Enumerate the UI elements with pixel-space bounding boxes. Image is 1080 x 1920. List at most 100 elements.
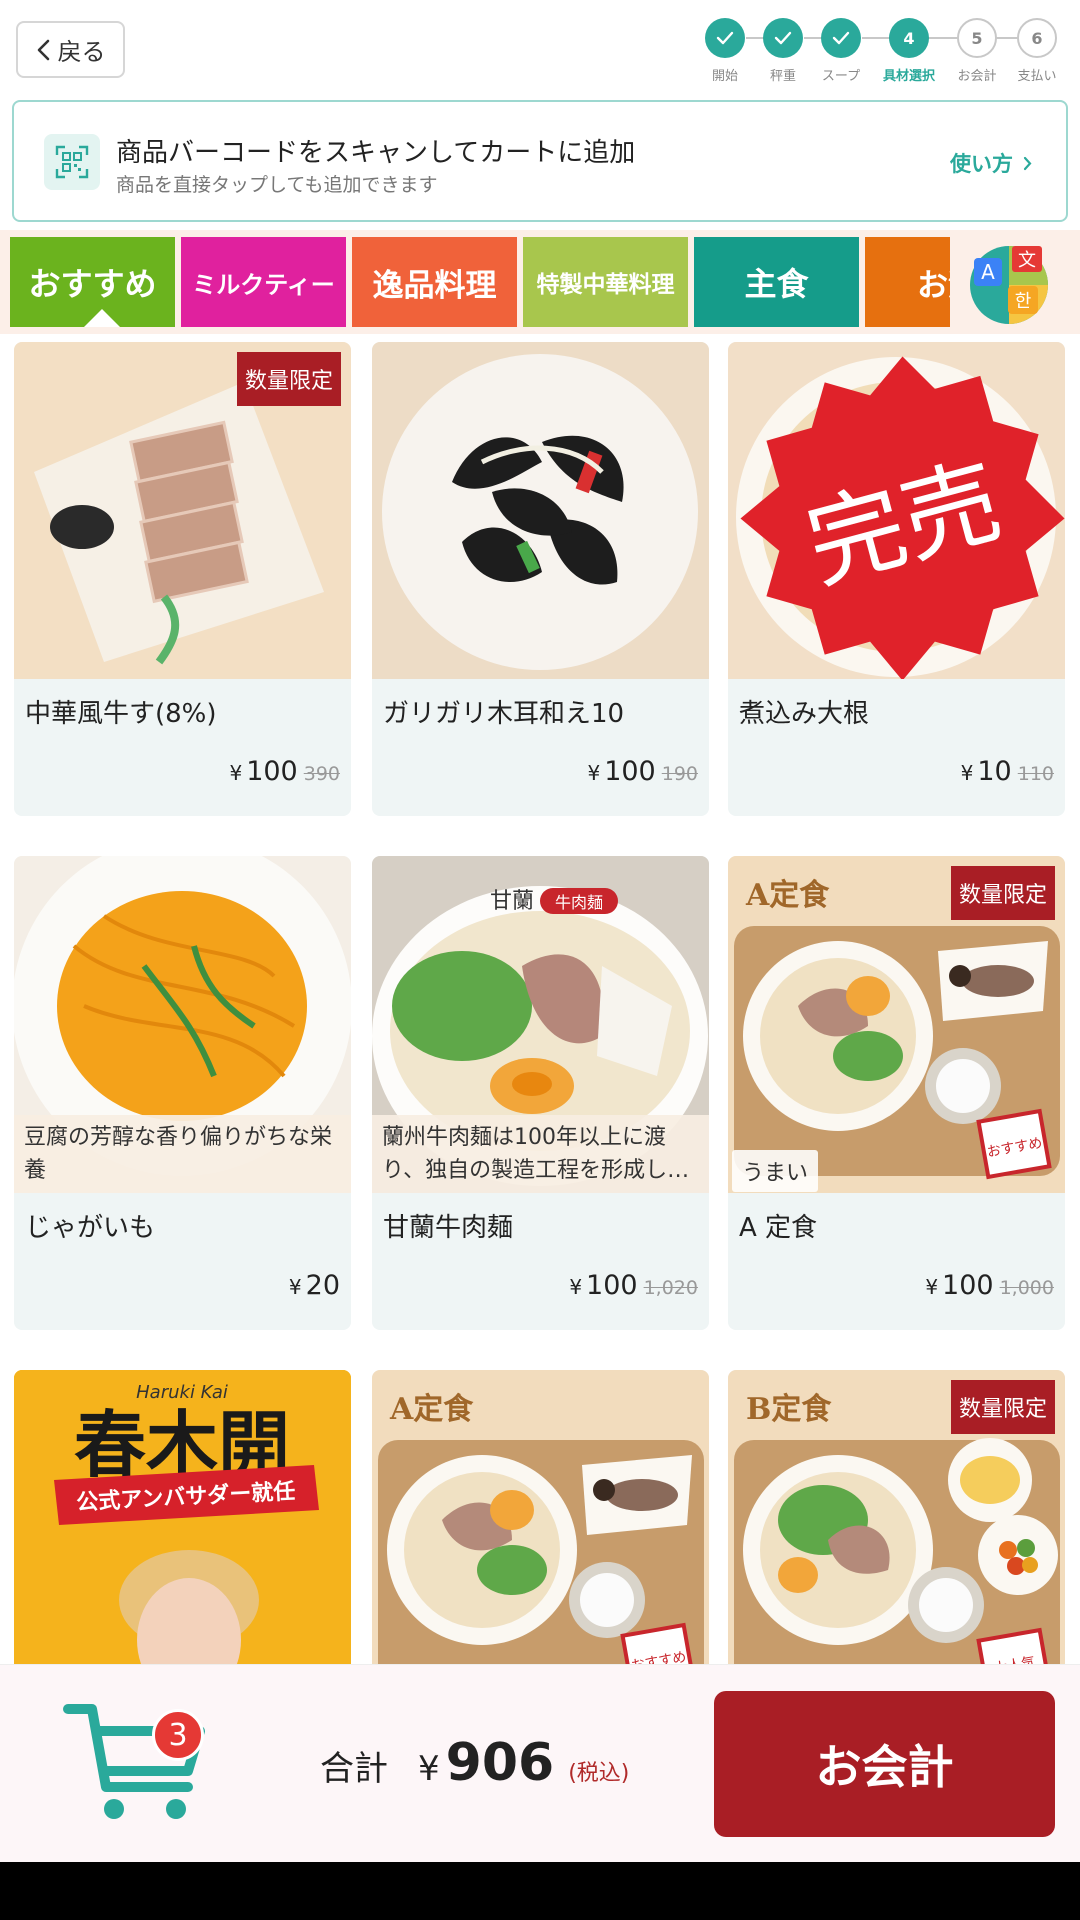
cart-count-badge: 3 [152, 1709, 204, 1761]
chevron-left-icon [37, 39, 49, 60]
header: 戻る 開始 秤重 スープ 4 具材選択 5 お会計 6 支払い [0, 0, 1080, 98]
cart-button[interactable]: 3 [62, 1695, 212, 1825]
product-name: A 定食 [739, 1213, 818, 1243]
qr-scan-icon [44, 134, 100, 190]
how-to-use-link[interactable]: 使い方 [950, 148, 1032, 178]
step-number: 4 [889, 18, 929, 58]
step-label: 具材選択 [882, 69, 935, 84]
tab-alcohol[interactable]: お酒 [865, 237, 950, 327]
tab-signature-dishes[interactable]: 逸品料理 [352, 237, 517, 327]
step-number: 5 [957, 18, 997, 58]
back-label: 戻る [57, 39, 106, 66]
how-to-use-label: 使い方 [950, 152, 1013, 176]
tab-staple[interactable]: 主食 [694, 237, 859, 327]
cart-bar: 3 合計 ¥ 906 (税込) お会計 [0, 1664, 1080, 1862]
scan-banner-subtitle: 商品を直接タップしても追加できます [116, 174, 438, 196]
language-switch-icon[interactable]: A 文 한 [968, 244, 1050, 326]
product-photo: 大人気 B定食 数量限定 [728, 1370, 1065, 1707]
scan-banner-title: 商品バーコードをスキャンしてカートに追加 [116, 138, 636, 168]
product-name: 煮込み大根 [739, 699, 870, 729]
sold-out-badge: 完売 [740, 356, 1065, 679]
check-icon [763, 18, 803, 58]
step-number: 6 [1017, 18, 1057, 58]
product-price: ¥ 100 390 [229, 756, 340, 787]
price-amount: 10 [977, 756, 1012, 787]
check-icon [705, 18, 745, 58]
limited-quantity-badge: 数量限定 [950, 866, 1055, 920]
product-photo: おすすめ A定食 数量限定 うまい [728, 856, 1065, 1193]
product-card[interactable]: 数量限定 中華風牛す(8%) ¥ 100 390 [14, 342, 351, 816]
product-name: じゃがいも [25, 1213, 156, 1243]
tab-milk-tea[interactable]: ミルクティー [181, 237, 346, 327]
ambassador-poster: Haruki Kai 春木開 公式アンバサダー就任 [14, 1370, 351, 1707]
total-label: 合計 [320, 1749, 388, 1789]
price-amount: 100 [942, 1270, 994, 1301]
scan-banner: 商品バーコードをスキャンしてカートに追加 商品を直接タップしても追加できます 使… [12, 100, 1068, 222]
step-4: 4 具材選択 [876, 16, 942, 84]
product-card[interactable]: おすすめ A定食 数量限定 うまい A 定食 ¥ 100 1,000 [728, 856, 1065, 1330]
poster-romaji: Haruki Kai [136, 1382, 228, 1403]
product-price: ¥ 20 [289, 1270, 340, 1301]
chevron-right-icon [1023, 156, 1032, 170]
currency-symbol: ¥ [569, 1275, 583, 1299]
price-amount: 100 [586, 1270, 638, 1301]
product-card[interactable]: 甘蘭 牛肉麺 蘭州牛肉麺は100年以上に渡り、独自の製造工程を形成しました 甘蘭… [372, 856, 709, 1330]
original-price: 1,020 [643, 1277, 698, 1299]
currency-symbol: ¥ [418, 1749, 440, 1789]
tax-included-note: (税込) [568, 1761, 630, 1786]
currency-symbol: ¥ [288, 1275, 302, 1299]
lang-glyph: A [981, 260, 995, 284]
lang-glyph: 文 [1018, 250, 1036, 271]
product-card[interactable]: 完売 煮込み大根 ¥ 10 110 [728, 342, 1065, 816]
product-price: ¥ 100 1,000 [925, 1270, 1054, 1301]
bowl-logo-text: 甘蘭 [490, 889, 534, 914]
limited-quantity-badge: 数量限定 [950, 1380, 1055, 1434]
set-menu-label: A定食 [746, 878, 830, 913]
tab-label: おすすめ [28, 265, 157, 303]
product-photo [372, 342, 709, 679]
product-card[interactable]: 豆腐の芳醇な香り偏りがちな栄養 じゃがいも ¥ 20 [14, 856, 351, 1330]
total-amount: 906 [445, 1733, 555, 1793]
set-menu-label: B定食 [746, 1392, 832, 1427]
product-name: 甘蘭牛肉麺 [383, 1213, 514, 1243]
tab-label: 特製中華料理 [536, 272, 675, 298]
product-tag: うまい [732, 1150, 819, 1192]
price-amount: 20 [305, 1270, 340, 1301]
product-name: 中華風牛す(8%) [25, 699, 217, 729]
product-price: ¥ 10 110 [961, 756, 1054, 787]
tab-label: 主食 [744, 265, 809, 303]
currency-symbol: ¥ [925, 1275, 939, 1299]
product-card[interactable]: ガリガリ木耳和え10 ¥ 100 190 [372, 342, 709, 816]
tab-special-chinese[interactable]: 特製中華料理 [523, 237, 688, 327]
checkout-button[interactable]: お会計 [714, 1691, 1055, 1837]
currency-symbol: ¥ [229, 761, 243, 785]
step-label: 支払い [1017, 69, 1057, 84]
product-description: 豆腐の芳醇な香り偏りがちな栄養 [14, 1115, 351, 1193]
step-1: 開始 [692, 16, 758, 84]
set-menu-label: A定食 [390, 1392, 474, 1427]
product-photo: 豆腐の芳醇な香り偏りがちな栄養 [14, 856, 351, 1193]
price-amount: 100 [604, 756, 656, 787]
step-label: お会計 [957, 69, 997, 84]
product-photo: 完売 [728, 342, 1065, 679]
lang-glyph: 한 [1015, 291, 1032, 312]
tab-label: お酒 [917, 267, 950, 304]
price-amount: 100 [246, 756, 298, 787]
kiosk-order-screen: 戻る 開始 秤重 スープ 4 具材選択 5 お会計 6 支払い 商品バーコードを… [0, 0, 1080, 1862]
product-description: 蘭州牛肉麺は100年以上に渡り、独自の製造工程を形成しました [372, 1115, 709, 1193]
back-button[interactable]: 戻る [16, 21, 125, 78]
step-label: 秤重 [769, 69, 796, 84]
active-tab-indicator [84, 309, 120, 327]
product-photo: 甘蘭 牛肉麺 蘭州牛肉麺は100年以上に渡り、独自の製造工程を形成しました [372, 856, 709, 1193]
step-3: スープ [808, 16, 874, 84]
category-tabs: おすすめ ミルクティー 逸品料理 特製中華料理 主食 お酒 [0, 230, 1080, 334]
currency-symbol: ¥ [960, 761, 974, 785]
step-label: 開始 [711, 69, 738, 84]
product-name: ガリガリ木耳和え10 [383, 699, 625, 729]
product-photo: おすすめ A定食 [372, 1370, 709, 1707]
product-price: ¥ 100 190 [587, 756, 698, 787]
original-price: 190 [661, 763, 698, 785]
tab-label: ミルクティー [192, 270, 335, 299]
tab-recommended[interactable]: おすすめ [10, 237, 175, 327]
product-price: ¥ 100 1,020 [569, 1270, 698, 1301]
